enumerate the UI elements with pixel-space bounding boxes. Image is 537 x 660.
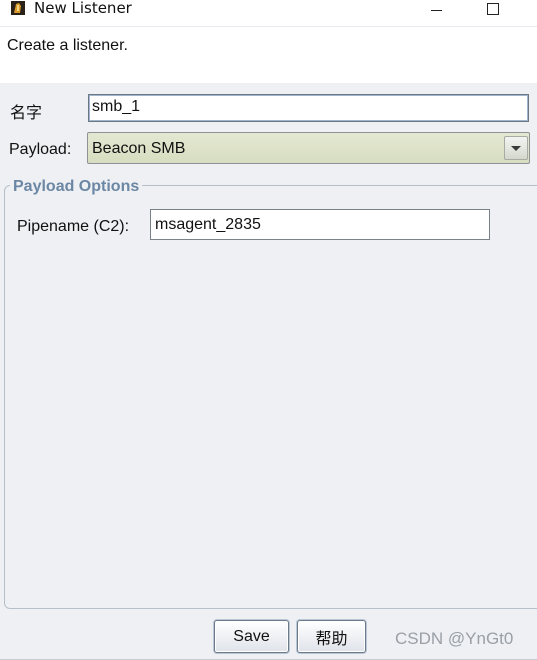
help-button[interactable]: 帮助 bbox=[297, 620, 366, 653]
app-icon bbox=[11, 1, 25, 15]
description-panel: Create a listener. bbox=[0, 26, 537, 84]
maximize-icon bbox=[487, 3, 499, 15]
save-button[interactable]: Save bbox=[214, 620, 289, 653]
payload-label: Payload: bbox=[9, 141, 72, 158]
minimize-icon bbox=[430, 9, 442, 11]
payload-select[interactable]: Beacon SMB bbox=[87, 132, 530, 164]
minimize-button[interactable] bbox=[421, 0, 451, 18]
watermark: CSDN @YnGt0 bbox=[395, 629, 514, 648]
description-text: Create a listener. bbox=[7, 37, 128, 54]
pipename-label: Pipename (C2): bbox=[17, 218, 130, 235]
payload-dropdown-button[interactable] bbox=[504, 136, 528, 160]
chevron-down-icon bbox=[511, 145, 521, 151]
payload-options-title: Payload Options bbox=[10, 178, 143, 196]
pipename-input[interactable]: msagent_2835 bbox=[150, 209, 490, 240]
window-title-bar[interactable]: New Listener bbox=[0, 0, 537, 22]
form-panel: 名字 smb_1 Payload: Beacon SMB Payload Opt… bbox=[0, 83, 537, 660]
name-input[interactable]: smb_1 bbox=[88, 94, 529, 122]
maximize-button[interactable] bbox=[478, 0, 508, 18]
name-label: 名字 bbox=[10, 103, 43, 122]
payload-selected-value: Beacon SMB bbox=[92, 140, 186, 157]
payload-options-group bbox=[4, 185, 537, 609]
window-title: New Listener bbox=[34, 0, 132, 17]
